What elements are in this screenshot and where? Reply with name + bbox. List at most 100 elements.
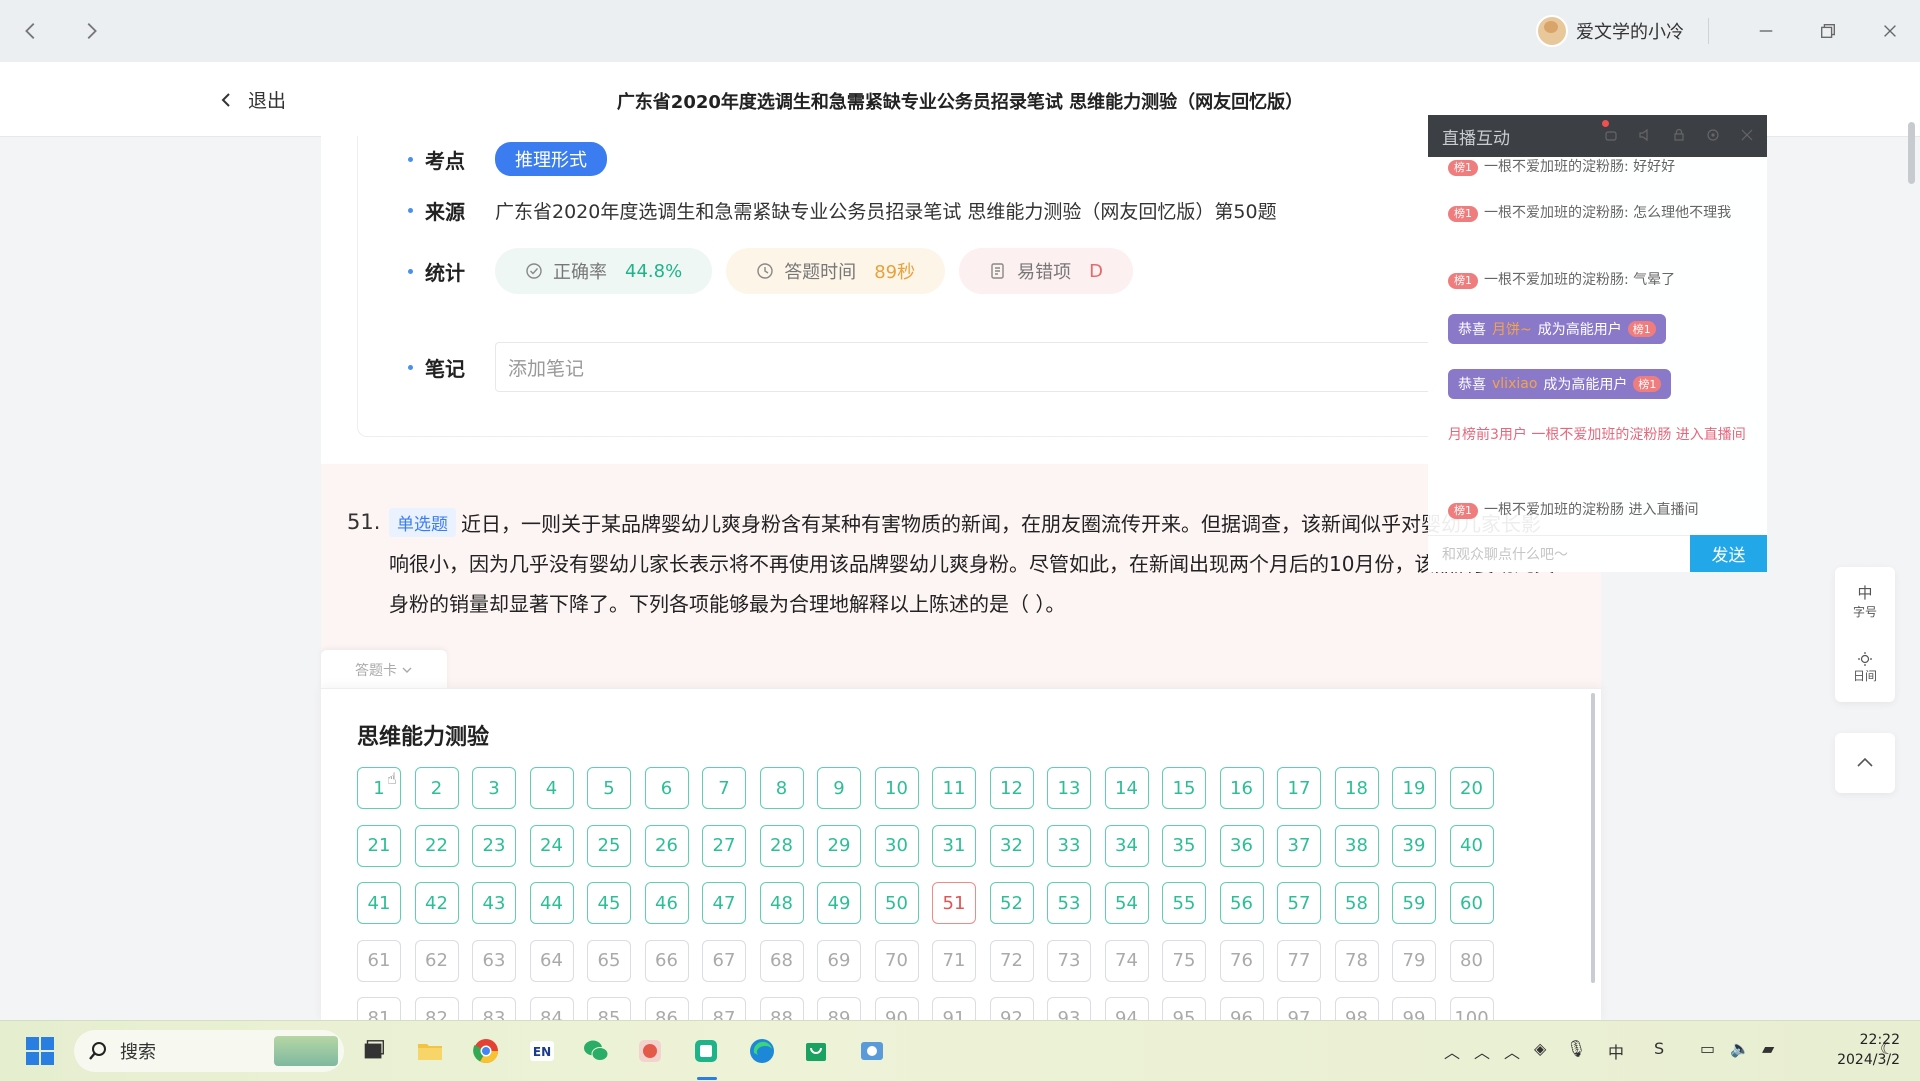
answer-card-item[interactable]: 51 bbox=[932, 882, 976, 924]
answer-card-item[interactable]: 71 bbox=[932, 939, 976, 982]
microphone-icon[interactable]: 🎙 bbox=[1566, 1039, 1586, 1058]
back-arrow-icon[interactable] bbox=[14, 14, 48, 48]
answer-card-item[interactable]: 9 bbox=[817, 767, 861, 809]
app-icon[interactable] bbox=[630, 1031, 670, 1071]
task-view-icon[interactable] bbox=[354, 1031, 394, 1071]
answer-card-item[interactable]: 66 bbox=[644, 939, 689, 982]
font-size-button[interactable]: 中 字号 bbox=[1835, 571, 1895, 631]
answer-card-item[interactable]: 72 bbox=[989, 939, 1034, 982]
answer-card-item[interactable]: 63 bbox=[472, 939, 516, 982]
answer-card-item[interactable]: 13 bbox=[1047, 767, 1091, 809]
answer-card-item[interactable]: 24 bbox=[529, 824, 574, 867]
answer-card-item[interactable]: 73 bbox=[1047, 939, 1091, 982]
chevron-up-icon[interactable]: ︿ bbox=[1474, 1039, 1490, 1063]
answer-card-item[interactable]: 25 bbox=[587, 824, 631, 867]
user-profile[interactable]: 爱文学的小冷 bbox=[1536, 15, 1684, 47]
answer-card-item[interactable]: 8 bbox=[759, 767, 804, 809]
answer-card-item[interactable]: 93 bbox=[1047, 997, 1091, 1021]
answer-card-item[interactable]: 26 bbox=[644, 824, 689, 867]
chevron-up-icon[interactable]: ︿ bbox=[1504, 1039, 1520, 1063]
close-icon[interactable] bbox=[1874, 16, 1906, 46]
answer-card-item[interactable]: 87 bbox=[702, 997, 746, 1021]
answer-card-item[interactable]: 42 bbox=[414, 882, 459, 924]
answer-card-item[interactable]: 41 bbox=[357, 882, 401, 924]
answer-card-item[interactable]: 27 bbox=[702, 824, 746, 867]
answer-card-item[interactable]: 50 bbox=[874, 882, 919, 924]
answer-card-item[interactable]: 16 bbox=[1219, 767, 1264, 809]
answer-card-item[interactable]: 65 bbox=[587, 939, 631, 982]
answer-card-item[interactable]: 92 bbox=[989, 997, 1034, 1021]
notification-icon[interactable]: ☾ bbox=[1880, 1039, 1894, 1058]
answer-card-item[interactable]: 20 bbox=[1449, 767, 1494, 809]
answer-card-item[interactable]: 5 bbox=[587, 767, 631, 809]
answer-card-item[interactable]: 69 bbox=[817, 939, 861, 982]
answer-card-item[interactable]: 38 bbox=[1334, 824, 1379, 867]
answer-card-item[interactable]: 60 bbox=[1449, 882, 1494, 924]
answer-card-item[interactable]: 100 bbox=[1449, 997, 1494, 1021]
forward-arrow-icon[interactable] bbox=[74, 14, 108, 48]
answer-card-item[interactable]: 11 bbox=[932, 767, 976, 809]
answer-card-item[interactable]: 96 bbox=[1219, 997, 1264, 1021]
answer-card-item[interactable]: 91 bbox=[932, 997, 976, 1021]
answer-card-item[interactable]: 2 bbox=[414, 767, 459, 809]
answer-card-item[interactable]: 22 bbox=[414, 824, 459, 867]
file-explorer-icon[interactable] bbox=[410, 1031, 450, 1071]
answer-card-item[interactable]: 3 bbox=[472, 767, 516, 809]
answer-card-item[interactable]: 76 bbox=[1219, 939, 1264, 982]
theme-button[interactable]: 日间 bbox=[1835, 637, 1895, 697]
answer-card-item[interactable]: 7 bbox=[702, 767, 746, 809]
answer-card-item[interactable]: 36 bbox=[1219, 824, 1264, 867]
answer-card-item[interactable]: 70 bbox=[874, 939, 919, 982]
send-button[interactable]: 发送 bbox=[1690, 535, 1767, 572]
answer-card-item[interactable]: 47 bbox=[702, 882, 746, 924]
answer-card-item[interactable]: 80 bbox=[1449, 939, 1494, 982]
answer-card-item[interactable]: 84 bbox=[529, 997, 574, 1021]
answer-card-item[interactable]: 89 bbox=[817, 997, 861, 1021]
answer-card-item[interactable]: 29 bbox=[817, 824, 861, 867]
answer-card-item[interactable]: 21 bbox=[357, 824, 401, 867]
gear-icon[interactable] bbox=[1705, 127, 1721, 143]
answer-card-item[interactable]: 95 bbox=[1162, 997, 1206, 1021]
battery-icon[interactable]: ▰ bbox=[1762, 1039, 1774, 1058]
answer-card-item[interactable]: 49 bbox=[817, 882, 861, 924]
answer-card-item[interactable]: 43 bbox=[472, 882, 516, 924]
answer-card-item[interactable]: 67 bbox=[702, 939, 746, 982]
ime-en-icon[interactable]: EN bbox=[522, 1031, 562, 1071]
answer-card-item[interactable]: 56 bbox=[1219, 882, 1264, 924]
page-scrollbar[interactable] bbox=[1908, 122, 1915, 184]
volume-icon[interactable]: 🔈 bbox=[1730, 1039, 1750, 1058]
answer-card-item[interactable]: 17 bbox=[1277, 767, 1321, 809]
answer-card-item[interactable]: 37 bbox=[1277, 824, 1321, 867]
chat-input[interactable]: 和观众聊点什么吧～ bbox=[1428, 535, 1690, 572]
taskbar-search[interactable]: 搜索 bbox=[74, 1030, 344, 1072]
answer-card-item[interactable]: 6 bbox=[644, 767, 689, 809]
scrollbar[interactable] bbox=[1591, 693, 1595, 983]
minimize-icon[interactable] bbox=[1750, 16, 1782, 46]
answer-card-item[interactable]: 62 bbox=[414, 939, 459, 982]
answer-card-item[interactable]: 45 bbox=[587, 882, 631, 924]
answer-card-item[interactable]: 94 bbox=[1104, 997, 1149, 1021]
lock-icon[interactable] bbox=[1671, 127, 1687, 143]
answer-card-item[interactable]: 10 bbox=[874, 767, 919, 809]
mute-icon[interactable] bbox=[1637, 127, 1653, 143]
answer-card-item[interactable]: 34 bbox=[1104, 824, 1149, 867]
answer-card-item[interactable]: 35 bbox=[1162, 824, 1206, 867]
answer-card-item[interactable]: 82 bbox=[414, 997, 459, 1021]
answer-card-item[interactable]: 55 bbox=[1162, 882, 1206, 924]
restore-icon[interactable] bbox=[1812, 16, 1844, 46]
close-icon[interactable] bbox=[1739, 127, 1755, 143]
answer-card-item[interactable]: 64 bbox=[529, 939, 574, 982]
answer-card-item[interactable]: 28 bbox=[759, 824, 804, 867]
answer-card-item[interactable]: 79 bbox=[1392, 939, 1436, 982]
answer-card-item[interactable]: 12 bbox=[989, 767, 1034, 809]
answer-card-item[interactable]: 15 bbox=[1162, 767, 1206, 809]
answer-card-item[interactable]: 68 bbox=[759, 939, 804, 982]
answer-card-item[interactable]: 77 bbox=[1277, 939, 1321, 982]
network-icon[interactable]: ▭ bbox=[1700, 1039, 1715, 1058]
answer-card-item[interactable]: 88 bbox=[759, 997, 804, 1021]
answer-card-item[interactable]: 23 bbox=[472, 824, 516, 867]
answer-card-item[interactable]: 97 bbox=[1277, 997, 1321, 1021]
edge-icon[interactable] bbox=[742, 1031, 782, 1071]
answer-card-item[interactable]: 85 bbox=[587, 997, 631, 1021]
security-icon[interactable]: ◈ bbox=[1534, 1039, 1546, 1058]
